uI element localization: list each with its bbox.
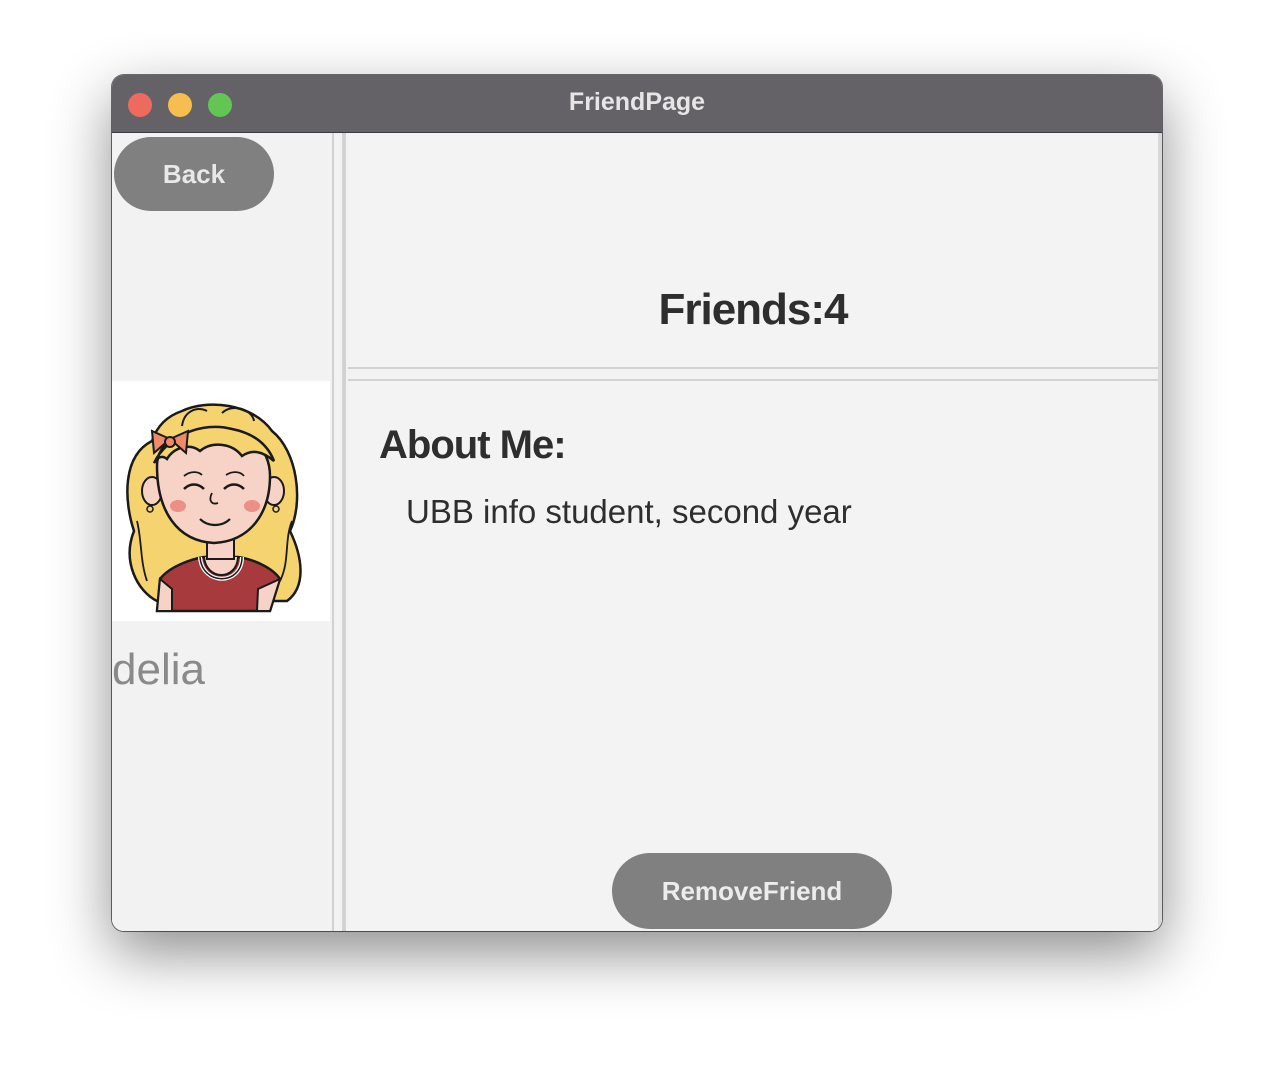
friend-page-window: FriendPage Back delia Friends:4 About Me… xyxy=(112,75,1162,931)
friends-header-panel: Friends:4 xyxy=(348,133,1158,367)
window-right-border xyxy=(1158,133,1162,931)
about-panel: About Me: UBB info student, second year … xyxy=(348,381,1158,931)
girl-avatar-icon xyxy=(126,403,302,613)
about-heading: About Me: xyxy=(379,423,567,467)
window-title: FriendPage xyxy=(568,88,706,116)
avatar xyxy=(112,381,330,621)
title-bar: FriendPage xyxy=(112,75,1162,133)
back-button[interactable]: Back xyxy=(114,137,274,211)
friends-count-label: Friends:4 xyxy=(658,285,848,334)
vertical-split-divider[interactable] xyxy=(332,133,346,931)
username-label: delia xyxy=(112,645,205,694)
content-area: Back delia Friends:4 About Me: UBB info … xyxy=(112,133,1162,931)
horizontal-split-divider[interactable] xyxy=(348,367,1158,381)
profile-sidebar: Back delia xyxy=(112,133,332,931)
about-text: UBB info student, second year xyxy=(406,493,852,530)
remove-friend-button[interactable]: RemoveFriend xyxy=(612,853,892,929)
